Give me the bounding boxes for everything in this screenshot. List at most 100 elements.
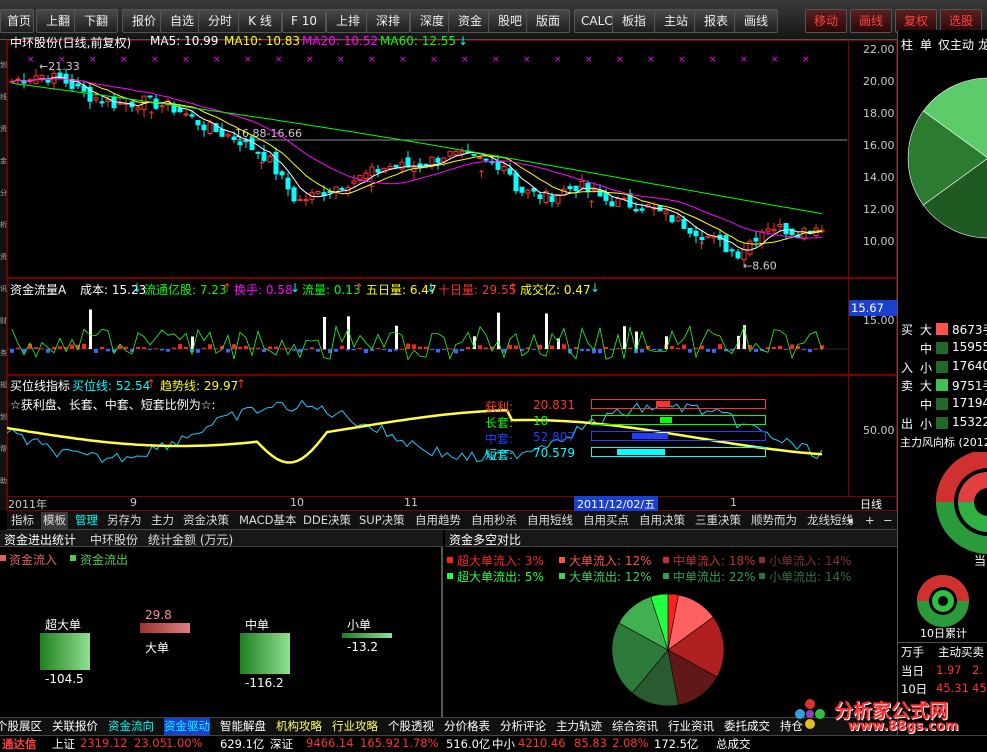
fund-bar-19 xyxy=(124,346,128,349)
cursor-date: 2011/12/02/五 xyxy=(574,496,659,512)
sidebar-glyph-9[interactable]: 务 xyxy=(0,348,7,358)
legend-swatch-1-1 xyxy=(559,573,565,579)
bottom-tab-5[interactable]: 机构攻略 xyxy=(276,718,322,735)
toolbar-button-13[interactable]: 版面 xyxy=(526,9,570,33)
bottom-tab-13[interactable]: 委托成交 xyxy=(724,718,770,735)
signal-marker-12: × xyxy=(399,55,407,65)
fund-bar-133 xyxy=(808,349,812,353)
fund-bar-4 xyxy=(34,347,38,349)
bottom-tab-3[interactable]: 资金驱动 xyxy=(164,718,210,735)
kline-chart[interactable]: 16.88-16.66←21.33←8.60× × × × × × × × × × × × × × × × × ×… xyxy=(7,50,847,275)
tab-15[interactable]: 顺势而为 xyxy=(749,512,799,529)
buy-arrow-icon-0: ↑ xyxy=(147,109,156,122)
sidebar-glyph-1[interactable]: 线 xyxy=(0,92,7,102)
toolbar-right-button-0[interactable]: 移动 xyxy=(805,9,847,33)
toolbar-button-6[interactable]: K 线 xyxy=(238,9,282,33)
candle-body-83 xyxy=(507,168,513,175)
bottom-tab-7[interactable]: 个股透视 xyxy=(388,718,434,735)
side-tab-2[interactable]: 仅主动 xyxy=(938,36,974,53)
sidebar-glyph-11[interactable]: 划 xyxy=(0,412,7,422)
tab-14[interactable]: 三重决策 xyxy=(693,512,743,529)
sidebar-glyph-5[interactable]: 析 xyxy=(0,220,7,230)
sidebar-glyph-6[interactable]: 资 xyxy=(0,252,7,262)
tab-13[interactable]: 自用决策 xyxy=(637,512,687,529)
fund-bar-42 xyxy=(262,349,266,353)
tab-8[interactable]: SUP决策 xyxy=(357,512,407,529)
tab-add-icon[interactable]: + xyxy=(863,512,877,529)
wind-donut xyxy=(936,452,987,554)
toolbar-button-18[interactable]: 画线 xyxy=(734,9,778,33)
fund-bar-38 xyxy=(238,346,242,349)
sidebar-glyph-13[interactable]: 助 xyxy=(0,476,7,486)
fund-bar-58 xyxy=(358,348,362,350)
table-row-v1-0: 1.97 xyxy=(936,663,962,677)
candle-body-35 xyxy=(219,128,225,137)
toolbar-button-8[interactable]: 上排 xyxy=(326,9,370,33)
toolbar-button-7[interactable]: F 10 xyxy=(282,9,326,33)
legend-item-1-2: 中单流出: 22% xyxy=(673,570,756,584)
sidebar-glyph-0[interactable]: 划 xyxy=(0,60,7,70)
kline-ytick-3: 16.00 xyxy=(863,139,895,152)
fund-bar-96 xyxy=(586,349,590,352)
tab-5[interactable]: 资金决策 xyxy=(181,512,231,529)
tab-6[interactable]: MACD基本 xyxy=(237,512,298,529)
period-label[interactable]: 日线 xyxy=(860,496,882,512)
sidebar-glyph-10[interactable]: 规 xyxy=(0,380,7,390)
status-item-3: 1.00% xyxy=(166,736,203,750)
tab-4[interactable]: 主力 xyxy=(149,512,176,529)
candle-body-18 xyxy=(117,102,123,105)
tab-3[interactable]: 另存为 xyxy=(105,512,144,529)
tab-prev-icon[interactable]: ◂ xyxy=(845,512,855,529)
candle-body-104 xyxy=(633,208,639,212)
bottom-tab-1[interactable]: 关联报价 xyxy=(52,718,98,735)
tab-1[interactable]: 模板 xyxy=(41,512,68,529)
toolbar-button-17[interactable]: 报表 xyxy=(694,9,738,33)
toolbar-right-button-1[interactable]: 画线 xyxy=(850,9,892,33)
candle-body-70 xyxy=(429,156,435,166)
sidebar-glyph-7[interactable]: 讯 xyxy=(0,284,7,294)
side-tab-3[interactable]: 龙虎 xyxy=(978,36,987,53)
bottom-tab-9[interactable]: 分析评论 xyxy=(500,718,546,735)
bottom-tab-11[interactable]: 综合资讯 xyxy=(612,718,658,735)
bottom-tab-4[interactable]: 智能解盘 xyxy=(220,718,266,735)
bar-rect-2 xyxy=(240,633,290,674)
candle-body-119 xyxy=(723,235,729,252)
bottom-tab-10[interactable]: 主力轨迹 xyxy=(556,718,602,735)
tab-2[interactable]: 管理 xyxy=(73,512,100,529)
toolbar-button-15[interactable]: 板指 xyxy=(612,9,656,33)
toolbar-button-5[interactable]: 分时 xyxy=(198,9,242,33)
bottom-tab-6[interactable]: 行业攻略 xyxy=(332,718,378,735)
toolbar-button-2[interactable]: 下翻 xyxy=(74,9,118,33)
fund-chart[interactable] xyxy=(7,297,847,375)
sidebar-glyph-2[interactable]: 资 xyxy=(0,124,7,134)
tab-10[interactable]: 自用秒杀 xyxy=(469,512,519,529)
side-tab-1[interactable]: 单 xyxy=(920,36,932,53)
buy-arrow-icon-5: ↑ xyxy=(697,239,706,252)
sidebar-glyph-8[interactable]: 财 xyxy=(0,316,7,326)
tab-0[interactable]: 指标 xyxy=(9,512,36,529)
bottom-tab-0[interactable]: 个股展区 xyxy=(0,718,42,735)
sidebar-glyph-12[interactable]: 帮 xyxy=(0,444,7,454)
sidebar-glyph-3[interactable]: 金 xyxy=(0,156,7,166)
side-tab-0[interactable]: 柱 xyxy=(901,36,913,53)
candle-body-30 xyxy=(189,114,195,117)
tab-7[interactable]: DDE决策 xyxy=(301,512,353,529)
signal-marker-2: × xyxy=(89,55,97,65)
toolbar-button-9[interactable]: 深排 xyxy=(366,9,410,33)
toolbar-button-16[interactable]: 主站 xyxy=(654,9,698,33)
candle-body-64 xyxy=(393,164,399,168)
fund-bar-31 xyxy=(196,349,200,353)
bottom-tab-12[interactable]: 行业资讯 xyxy=(668,718,714,735)
tab-9[interactable]: 自用趋势 xyxy=(413,512,463,529)
toolbar-button-0[interactable]: 首页 xyxy=(0,9,34,33)
toolbar-button-11[interactable]: 资金 xyxy=(448,9,492,33)
tab-remove-icon[interactable]: − xyxy=(881,512,895,529)
tab-12[interactable]: 自用买点 xyxy=(581,512,631,529)
fund-bar-100 xyxy=(610,349,614,350)
legend-swatch-0-0 xyxy=(447,557,453,563)
fund-bar-41 xyxy=(256,347,260,349)
sidebar-glyph-4[interactable]: 分 xyxy=(0,188,7,198)
tab-11[interactable]: 自用短线 xyxy=(525,512,575,529)
bottom-tab-8[interactable]: 分价格表 xyxy=(444,718,490,735)
bottom-tab-2[interactable]: 资金流向 xyxy=(108,718,154,735)
